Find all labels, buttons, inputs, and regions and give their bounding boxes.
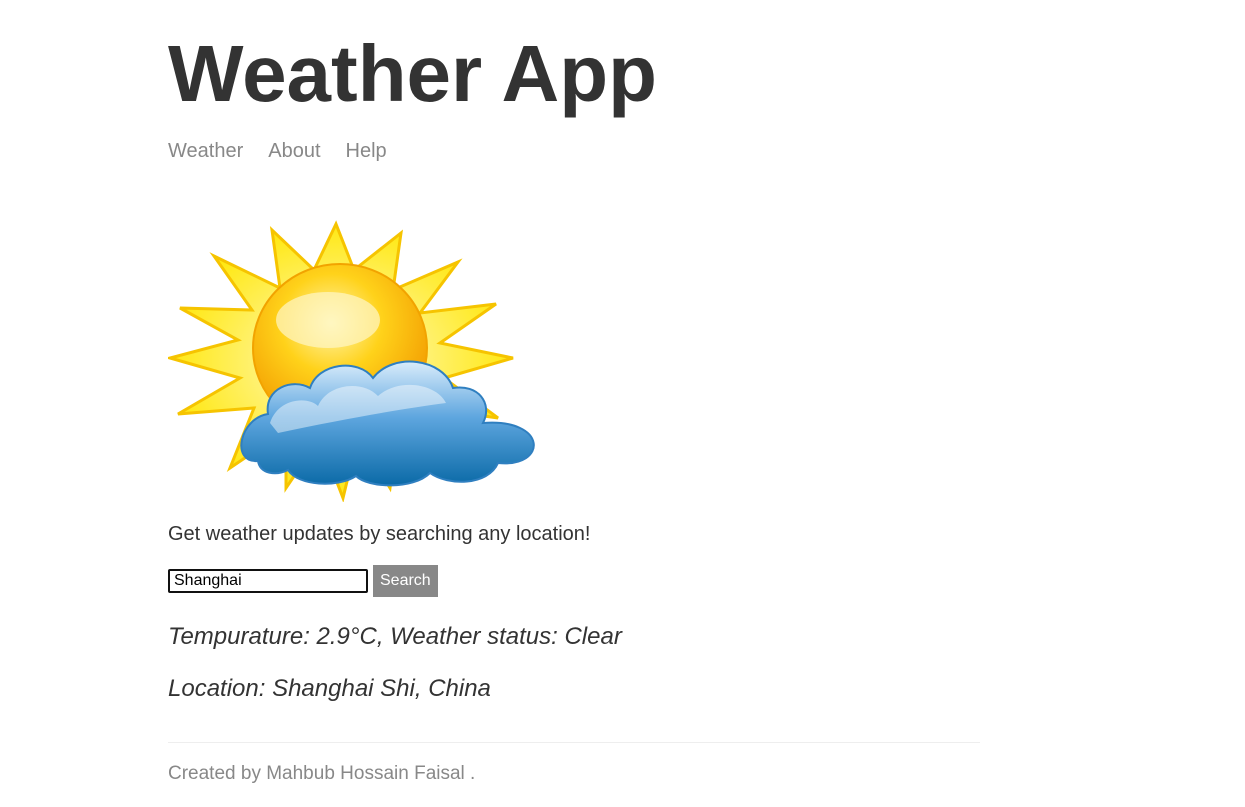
location-result: Location: Shanghai Shi, China xyxy=(168,675,491,702)
footer-credit: Created by Mahbub Hossain Faisal . xyxy=(168,763,476,784)
search-button[interactable]: Search xyxy=(373,565,438,597)
page: Weather App Weather About Help Get weath… xyxy=(0,0,1245,807)
location-search-input[interactable] xyxy=(168,569,368,593)
sun-behind-cloud-icon xyxy=(168,220,535,502)
main-nav: Weather About Help xyxy=(168,138,387,164)
intro-text: Get weather updates by searching any loc… xyxy=(168,523,591,545)
nav-link-help[interactable]: Help xyxy=(346,138,387,164)
temperature-result: Tempurature: 2.9°C, Weather status: Clea… xyxy=(168,623,622,650)
nav-link-about[interactable]: About xyxy=(268,138,320,164)
page-title: Weather App xyxy=(168,29,657,118)
nav-link-weather[interactable]: Weather xyxy=(168,138,243,164)
search-form: Search xyxy=(168,565,438,597)
footer-divider xyxy=(168,742,980,743)
